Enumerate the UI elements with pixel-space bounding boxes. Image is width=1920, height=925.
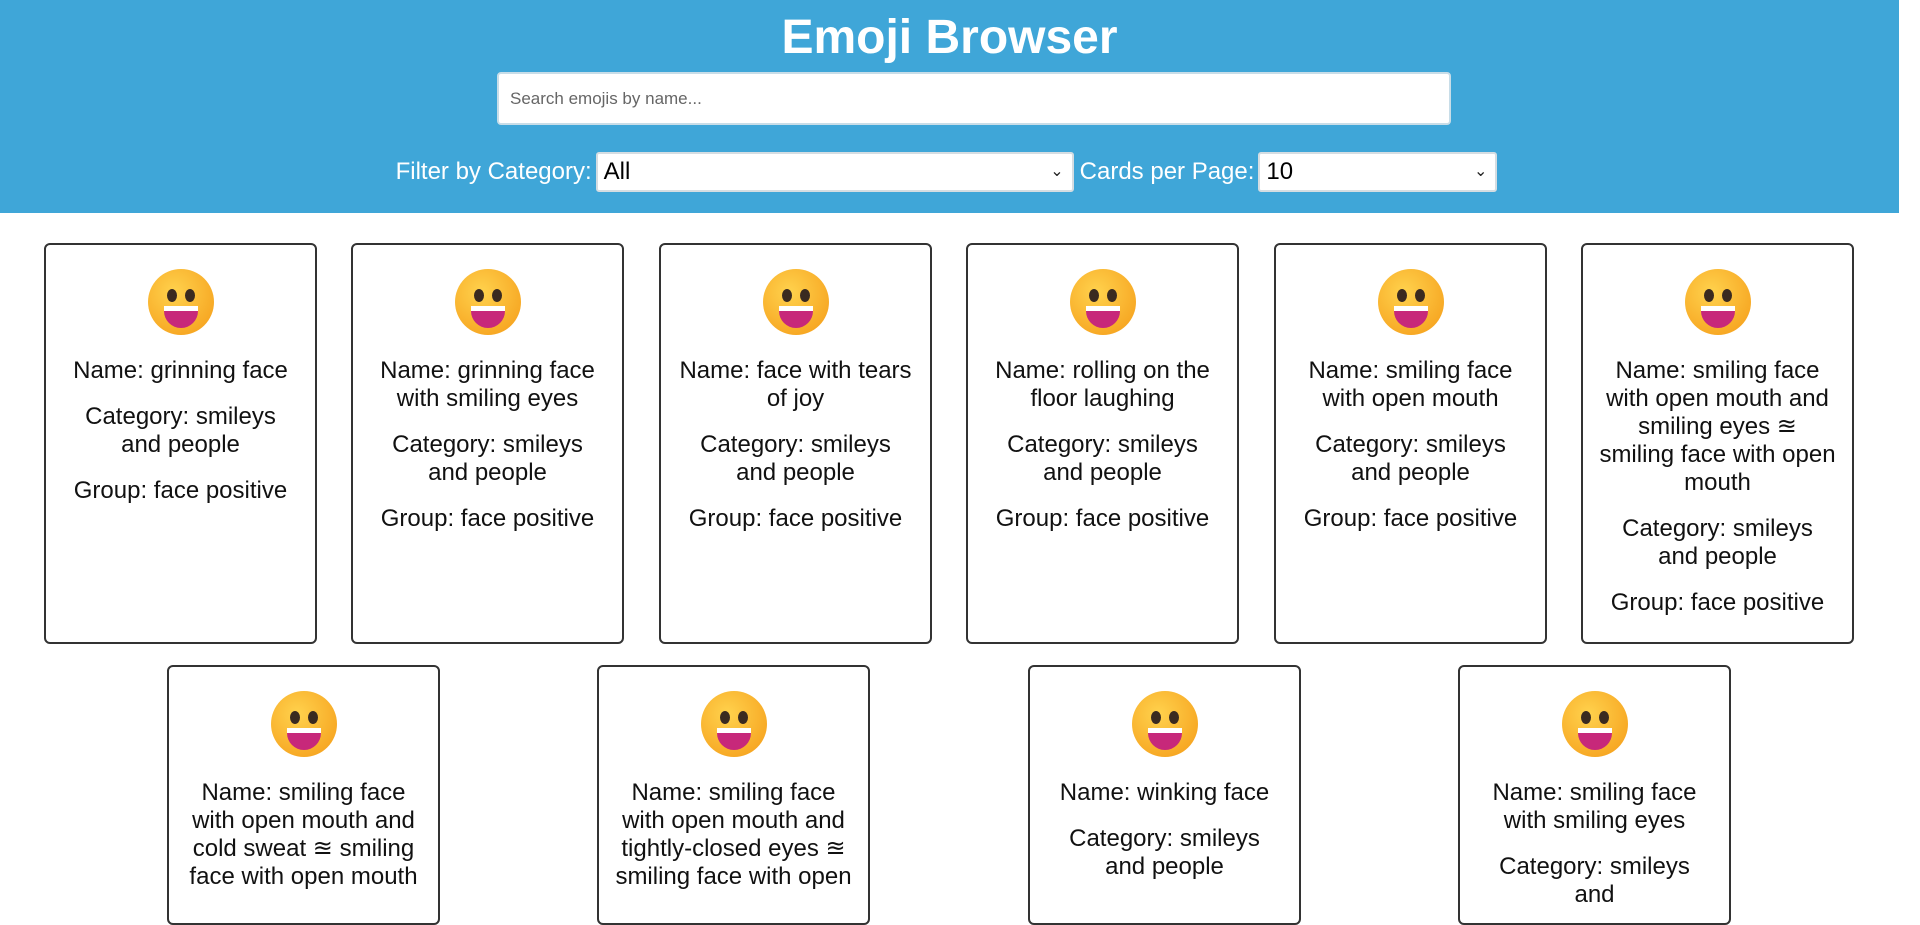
smiling-face-with-open-mouth-and-smiling-eyes-icon [1684,269,1751,335]
card-category: Category: smileys and people [1622,515,1813,570]
emoji-card[interactable]: Name: smiling face with open mouth and s… [1581,243,1854,644]
smiling-face-with-smiling-eyes-icon [1561,691,1628,757]
card-name: Name: smiling face with open mouth and s… [1599,357,1836,496]
card-name: Name: face with tears of joy [679,357,912,412]
card-category: Category: smileys and people [1069,825,1260,880]
card-group: Group: face positive [380,505,595,532]
card-name: Name: smiling face with open mouth and t… [615,779,852,890]
card-group: Group: face positive [1610,589,1825,616]
smiling-face-with-open-mouth-icon [1377,269,1444,335]
card-name: Name: smiling face with open mouth and c… [189,779,418,890]
smiling-face-with-open-mouth-and-tightly-closed-eyes-icon [700,691,767,757]
card-name: Name: smiling face with open mouth [1308,357,1513,412]
card-group: Group: face positive [995,505,1210,532]
emoji-card[interactable]: Name: smiling face with open mouth and c… [167,665,440,925]
card-category: Category: smileys and people [1315,431,1506,486]
card-name: Name: smiling face with smiling eyes [1492,779,1697,834]
card-name: Name: winking face [1059,779,1270,806]
emoji-card[interactable]: Name: winking face Category: smileys and… [1028,665,1301,925]
card-category: Category: smileys and [1499,853,1690,908]
face-with-tears-of-joy-icon [762,269,829,335]
grinning-face-with-smiling-eyes-icon [454,269,521,335]
emoji-card[interactable]: Name: grinning face with smiling eyes Ca… [351,243,624,644]
winking-face-icon [1131,691,1198,757]
emoji-card[interactable]: Name: face with tears of joy Category: s… [659,243,932,644]
card-name: Name: grinning face [73,357,288,384]
card-name: Name: grinning face with smiling eyes [380,357,595,412]
card-category: Category: smileys and people [85,403,276,458]
card-name: Name: rolling on the floor laughing [995,357,1210,412]
card-grid: Name: grinning face Category: smileys an… [0,0,1899,925]
grinning-face-icon [147,269,214,335]
emoji-card[interactable]: Name: smiling face with open mouth Categ… [1274,243,1547,644]
card-category: Category: smileys and people [392,431,583,486]
emoji-card[interactable]: Name: rolling on the floor laughing Cate… [966,243,1239,644]
rolling-on-the-floor-laughing-icon [1069,269,1136,335]
emoji-card[interactable]: Name: grinning face Category: smileys an… [44,243,317,644]
card-category: Category: smileys and people [700,431,891,486]
emoji-card[interactable]: Name: smiling face with open mouth and t… [597,665,870,925]
card-group: Group: face positive [688,505,903,532]
card-category: Category: smileys and people [1007,431,1198,486]
card-group: Group: face positive [73,477,288,504]
card-group: Group: face positive [1303,505,1518,532]
emoji-card[interactable]: Name: smiling face with smiling eyes Cat… [1458,665,1731,925]
smiling-face-with-open-mouth-and-cold-sweat-icon [270,691,337,757]
